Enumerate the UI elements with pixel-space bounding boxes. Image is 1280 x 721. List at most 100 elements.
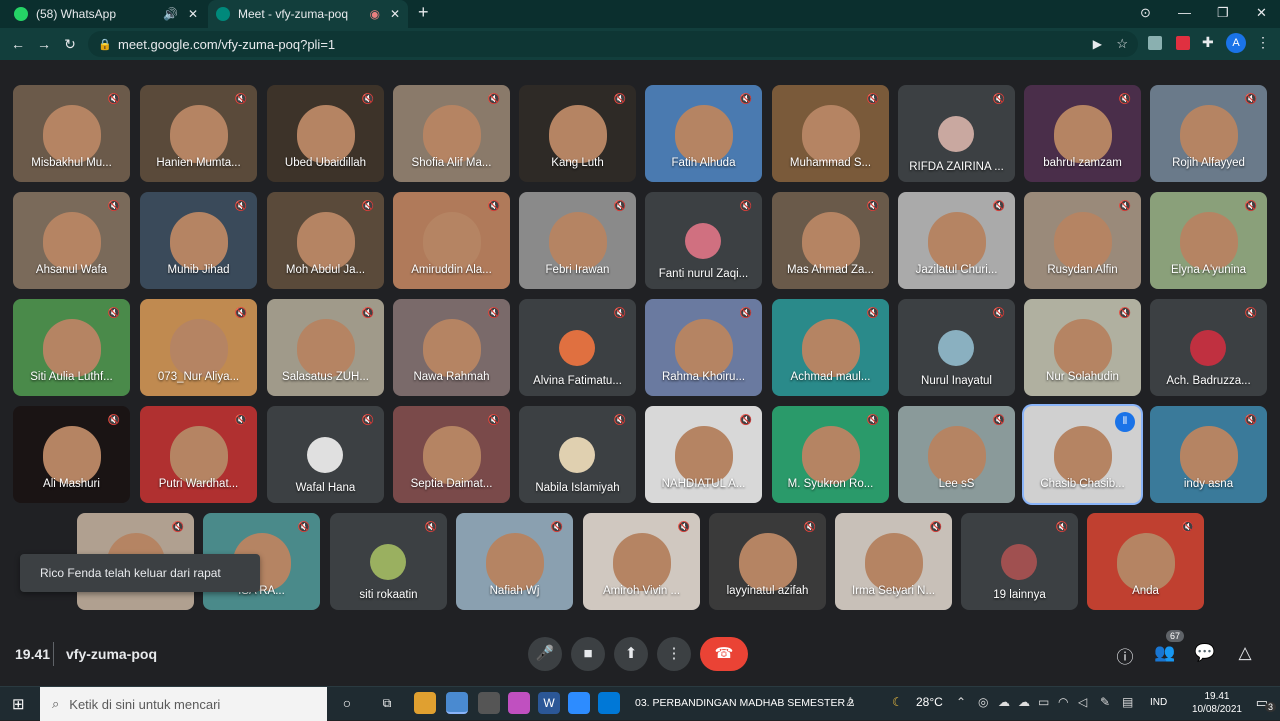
minimize-button[interactable]: — <box>1178 5 1191 20</box>
file-explorer-icon[interactable] <box>414 692 436 714</box>
participant-tile[interactable]: 🔇 Misbakhul Mu... <box>13 85 130 182</box>
browser-menu-icon[interactable]: ⋮ <box>1256 34 1270 51</box>
participant-tile[interactable]: 🔇 Hanien Mumta... <box>140 85 257 182</box>
activities-button[interactable]: △ <box>1234 643 1256 663</box>
reload-icon[interactable]: ↻ <box>57 36 83 53</box>
participant-tile[interactable]: 🔇 Salasatus ZUH... <box>267 299 384 396</box>
participant-tile[interactable]: 🔇 Fatih Alhuda <box>645 85 762 182</box>
tab-search-icon[interactable]: ⊙ <box>1140 5 1151 21</box>
participant-tile[interactable]: 🔇 NAHDIATUL A... <box>645 406 762 503</box>
participant-tile[interactable]: 🔇 siti rokaatin <box>330 513 447 610</box>
info-button[interactable]: ⓘ <box>1114 643 1136 668</box>
photos-icon[interactable] <box>598 692 620 714</box>
participant-tile[interactable]: 🔇 Muhib Jihad <box>140 192 257 289</box>
participant-tile[interactable]: 🔇 Muhammad S... <box>772 85 889 182</box>
people-button[interactable]: 👥 <box>1154 643 1176 663</box>
app-icon[interactable] <box>508 692 530 714</box>
participant-tile[interactable]: 🔇 Mas Ahmad Za... <box>772 192 889 289</box>
participant-tile[interactable]: 🔇 Achmad maul... <box>772 299 889 396</box>
word-icon[interactable]: W <box>538 692 560 714</box>
cloud-icon[interactable]: ☁ <box>998 695 1010 709</box>
volume-icon[interactable]: ◁ <box>1078 695 1087 709</box>
participant-tile[interactable]: 🔇 Fanti nurul Zaqi... <box>645 192 762 289</box>
camera-icon[interactable]: ▶ <box>1093 37 1102 51</box>
language-indicator[interactable]: IND <box>1150 697 1167 708</box>
participant-tile[interactable]: 🔇 Ubed Ubaidillah <box>267 85 384 182</box>
back-icon[interactable]: ← <box>5 36 31 52</box>
puzzle-icon[interactable]: ✚ <box>1202 34 1214 51</box>
chrome-icon[interactable] <box>446 692 468 714</box>
participant-tile[interactable]: 🔇 Kang Luth <box>519 85 636 182</box>
participant-tile[interactable]: 🔇 Nurul Inayatul <box>898 299 1015 396</box>
participant-tile[interactable]: 🔇 layyinatul azifah <box>709 513 826 610</box>
people-tray-icon[interactable]: ♙ <box>845 695 856 709</box>
extension-icon[interactable] <box>1176 36 1190 50</box>
participant-tile[interactable]: 🔇 Amiroh Vivin ... <box>583 513 700 610</box>
cortana-icon[interactable]: ○ <box>336 692 358 714</box>
participant-tile[interactable]: 🔇 Siti Aulia Luthf... <box>13 299 130 396</box>
participant-tile[interactable]: 🔇 Alvina Fatimatu... <box>519 299 636 396</box>
participant-tile[interactable]: 🔇 Amiruddin Ala... <box>393 192 510 289</box>
location-icon[interactable]: ◎ <box>978 695 988 709</box>
participant-tile[interactable]: 🔇 Wafal Hana <box>267 406 384 503</box>
url-field[interactable]: 🔒 meet.google.com/vfy-zuma-poq?pli=1 ▶ ☆ <box>88 31 1138 57</box>
participant-tile[interactable]: 🔇 19 lainnya <box>961 513 1078 610</box>
pen-icon[interactable]: ✎ <box>1100 695 1110 709</box>
participant-tile[interactable]: 🔇 Ach. Badruzza... <box>1150 299 1267 396</box>
participant-tile[interactable]: 🔇 Irma Setyari N... <box>835 513 952 610</box>
participant-tile[interactable]: 🔇 Rojih Alfayyed <box>1150 85 1267 182</box>
participant-tile[interactable]: 🔇 Jazilatul Churi... <box>898 192 1015 289</box>
close-icon[interactable]: ✕ <box>390 7 400 21</box>
battery-icon[interactable]: ▭ <box>1038 695 1049 709</box>
participant-tile[interactable]: 🔇 Rahma Khoiru... <box>645 299 762 396</box>
participant-tile[interactable]: 🔇 Febri Irawan <box>519 192 636 289</box>
keyboard-icon[interactable]: ▤ <box>1122 695 1133 709</box>
chevron-up-icon[interactable]: ⌃ <box>956 695 966 709</box>
active-window-label[interactable]: 03. PERBANDINGAN MADHAB SEMESTER 2 <box>635 697 854 709</box>
profile-avatar[interactable]: A <box>1226 33 1246 53</box>
mic-button[interactable]: 🎤 <box>528 637 562 671</box>
system-clock[interactable]: 19.41 10/08/2021 <box>1192 690 1242 716</box>
participant-tile[interactable]: 🔇 Ali Mashuri <box>13 406 130 503</box>
star-icon[interactable]: ☆ <box>1116 36 1128 52</box>
participant-tile[interactable]: 🔇 Lee sS <box>898 406 1015 503</box>
zoom-icon[interactable] <box>568 692 590 714</box>
participant-tile[interactable]: 🔇 Nabila Islamiyah <box>519 406 636 503</box>
leave-call-button[interactable]: ☎ <box>700 637 748 671</box>
tab-meet[interactable]: Meet - vfy-zuma-poq ◉ ✕ <box>208 0 408 28</box>
participant-tile[interactable]: 🔇 Ahsanul Wafa <box>13 192 130 289</box>
participant-tile[interactable]: 🔇 Elyna A'yunina <box>1150 192 1267 289</box>
tab-whatsapp[interactable]: (58) WhatsApp 🔊 ✕ <box>6 0 206 28</box>
new-tab-button[interactable]: + <box>418 2 429 23</box>
participant-tile[interactable]: 🔇 073_Nur Aliya... <box>140 299 257 396</box>
participant-tile[interactable]: 🔇 Nafiah Wj <box>456 513 573 610</box>
close-icon[interactable]: ✕ <box>188 7 198 21</box>
media-player-icon[interactable] <box>478 692 500 714</box>
wifi-icon[interactable]: ◠ <box>1058 695 1068 709</box>
participant-tile[interactable]: 🔇 RIFDA ZAIRINA ... <box>898 85 1015 182</box>
windows-start-icon[interactable]: ⊞ <box>12 695 25 713</box>
participant-tile[interactable]: 🔇 Rusydan Alfin <box>1024 192 1141 289</box>
more-options-button[interactable]: ⋮ <box>657 637 691 671</box>
weather-icon[interactable]: ☾ <box>892 695 903 709</box>
participant-tile[interactable]: 🔇 Putri Wardhat... <box>140 406 257 503</box>
present-button[interactable]: ⬆ <box>614 637 648 671</box>
participant-tile[interactable]: 🔇 Anda <box>1087 513 1204 610</box>
task-view-icon[interactable]: ⧉ <box>376 692 398 714</box>
close-window-button[interactable]: ✕ <box>1256 5 1267 21</box>
participant-tile[interactable]: 🔇 bahrul zamzam <box>1024 85 1141 182</box>
taskbar-search-input[interactable]: ⌕ Ketik di sini untuk mencari <box>40 687 327 721</box>
participant-tile[interactable]: ⦀ Chasib Chasib... <box>1024 406 1141 503</box>
participant-tile[interactable]: 🔇 Septia Daimat... <box>393 406 510 503</box>
participant-tile[interactable]: 🔇 Nur Solahudin <box>1024 299 1141 396</box>
participant-tile[interactable]: 🔇 Shofia Alif Ma... <box>393 85 510 182</box>
extension-icon[interactable] <box>1148 36 1162 50</box>
participant-tile[interactable]: 🔇 Moh Abdul Ja... <box>267 192 384 289</box>
cloud-icon[interactable]: ☁ <box>1018 695 1030 709</box>
maximize-button[interactable]: ❐ <box>1217 5 1229 21</box>
participant-tile[interactable]: 🔇 Nawa Rahmah <box>393 299 510 396</box>
participant-tile[interactable]: 🔇 indy asna <box>1150 406 1267 503</box>
participant-tile[interactable]: 🔇 M. Syukron Ro... <box>772 406 889 503</box>
forward-icon[interactable]: → <box>31 36 57 52</box>
camera-button[interactable]: ■ <box>571 637 605 671</box>
